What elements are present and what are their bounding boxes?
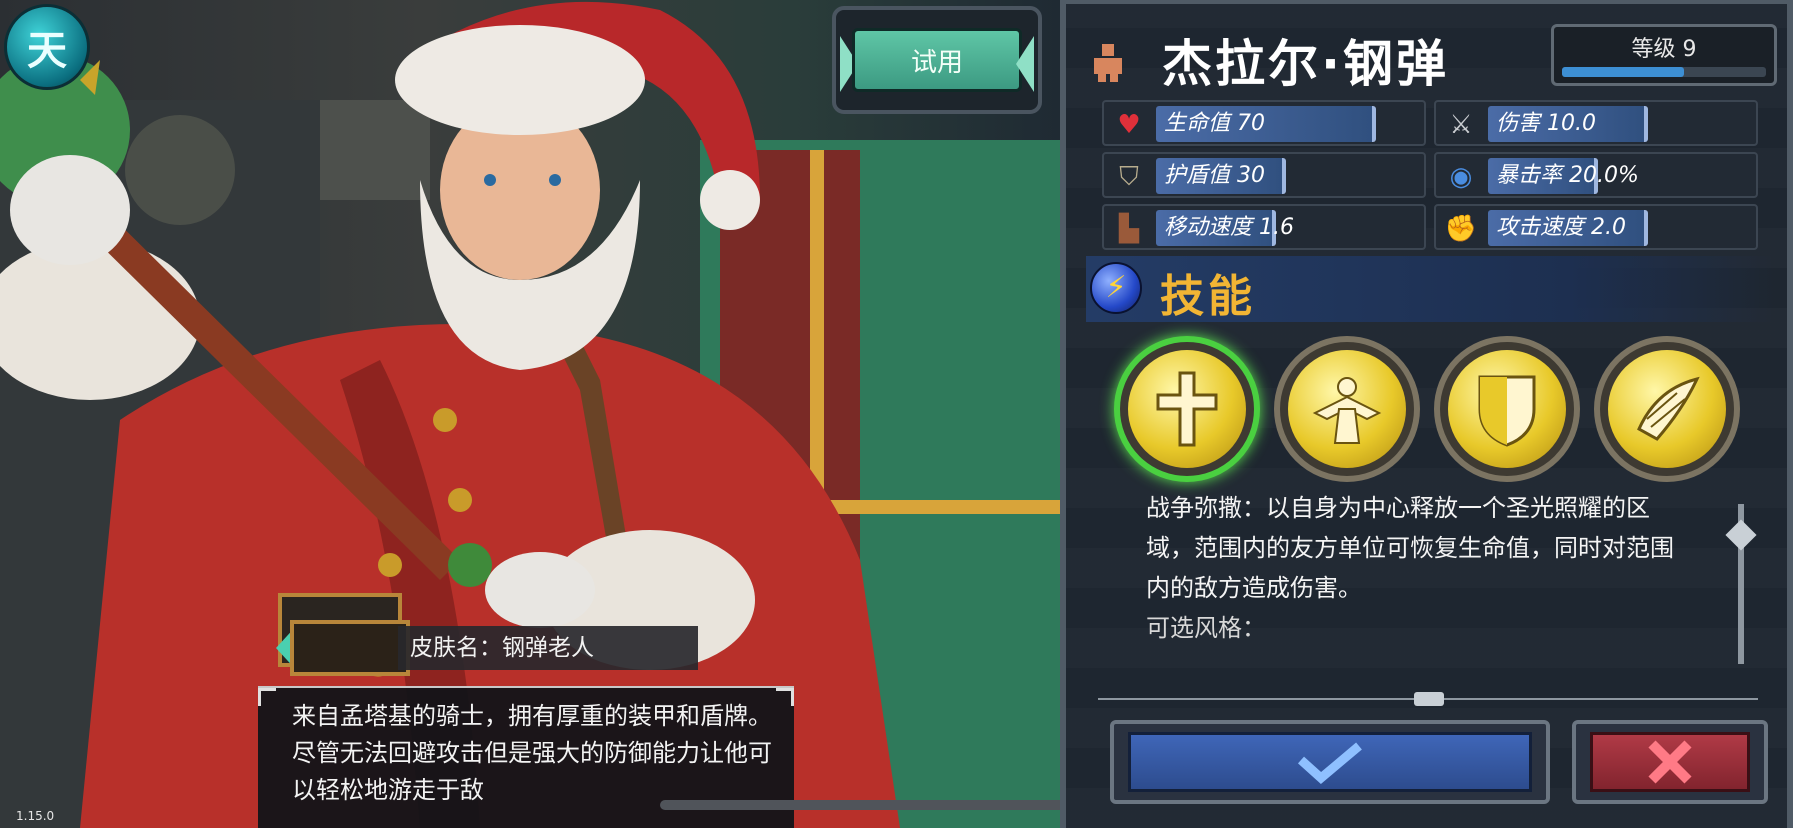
eye-icon: ◉	[1449, 162, 1473, 192]
cancel-button[interactable]	[1572, 720, 1768, 804]
lightning-orb-icon: ⚡	[1090, 262, 1142, 314]
skin-description: 来自孟塔基的骑士，拥有厚重的装甲和盾牌。尽管无法回避攻击但是强大的防御能力让他可…	[292, 702, 772, 804]
close-icon	[1648, 740, 1692, 784]
ornament-divider	[1098, 692, 1758, 706]
confirm-button[interactable]	[1110, 720, 1550, 804]
stat-move-speed: ▙ 移动速度 1.6	[1102, 204, 1426, 250]
stat-damage: ⚔ 伤害 10.0	[1434, 100, 1758, 146]
skin-frame	[290, 620, 410, 676]
skills-title: 技能	[1160, 271, 1256, 322]
version-label: 1.15.0	[16, 809, 55, 823]
hero-info-panel: 杰拉尔·钢弹 等级 9 ♥ 生命值 70 ⚔ 伤害 10.0 ⛉ 护盾值 30 …	[1060, 0, 1793, 828]
fist-icon: ✊	[1444, 214, 1478, 244]
skin-name-label: 皮肤名：钢弹老人	[398, 626, 698, 670]
skill-description-area: 战争弥撒：以自身为中心释放一个圣光照耀的区域，范围内的友方单位可恢复生命值，同时…	[1146, 488, 1686, 682]
boot-icon: ▙	[1119, 214, 1139, 244]
character-artwork: 天 试用 皮肤名：钢弹老人 来自孟塔基的骑士，拥有厚重的装甲和盾牌。尽管无法回避…	[0, 0, 1060, 828]
hero-title-bar: 杰拉尔·钢弹 等级 9	[1076, 24, 1777, 98]
heart-icon: ♥	[1117, 110, 1141, 140]
level-progress-bar	[1562, 67, 1766, 77]
skin-selector: 皮肤名：钢弹老人	[276, 620, 700, 676]
checkmark-icon	[1297, 742, 1362, 784]
skill-slot-2[interactable]	[1274, 336, 1420, 482]
level-label: 等级 9	[1631, 37, 1697, 62]
cross-icon	[1128, 350, 1246, 468]
level-box: 等级 9	[1551, 24, 1777, 86]
hero-name: 杰拉尔·钢弹	[1162, 35, 1449, 93]
skill-slot-4[interactable]	[1594, 336, 1740, 482]
trial-button-label: 试用	[910, 47, 963, 78]
skill-slot-1[interactable]	[1114, 336, 1260, 482]
shield-crest-icon	[1448, 350, 1566, 468]
horizontal-scrollbar[interactable]	[660, 800, 1060, 810]
shield-icon: ⛉	[1119, 161, 1139, 192]
skill-slot-3[interactable]	[1434, 336, 1580, 482]
skill-description-extra: 可选风格：	[1146, 614, 1266, 642]
angel-icon	[1288, 350, 1406, 468]
stat-health: ♥ 生命值 70	[1102, 100, 1426, 146]
person-icon	[1094, 44, 1122, 82]
stat-shield: ⛉ 护盾值 30	[1102, 152, 1426, 198]
skills-header: ⚡ 技能	[1086, 256, 1776, 322]
scroll-wing-icon	[1608, 350, 1726, 468]
skill-description: 战争弥撒：以自身为中心释放一个圣光照耀的区域，范围内的友方单位可恢复生命值，同时…	[1146, 494, 1674, 602]
game-logo: 天	[4, 4, 90, 90]
logo-glyph: 天	[27, 28, 67, 74]
stat-crit: ◉ 暴击率 20.0%	[1434, 152, 1758, 198]
right-arrow-icon	[1016, 36, 1034, 92]
stat-attack-speed: ✊ 攻击速度 2.0	[1434, 204, 1758, 250]
sword-icon: ⚔	[1449, 110, 1473, 140]
skill-description-scrollbar[interactable]	[1725, 504, 1757, 664]
trial-button[interactable]: 试用	[832, 6, 1042, 114]
